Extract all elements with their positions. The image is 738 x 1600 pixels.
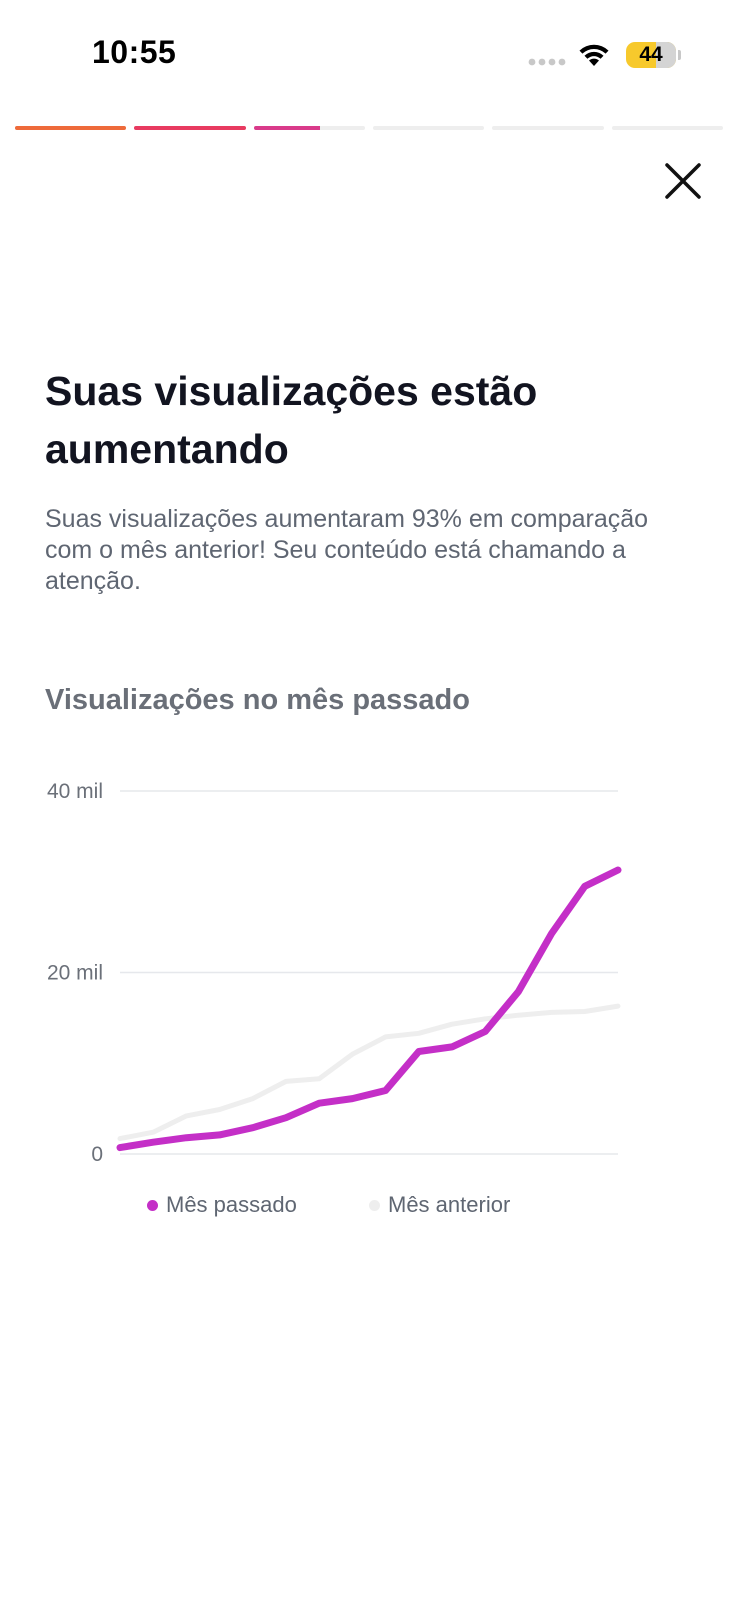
story-progress-segment <box>492 126 604 130</box>
series-line-previous-month <box>117 1003 621 1142</box>
story-progress-segment <box>134 126 246 130</box>
story-progress-fill <box>134 126 246 130</box>
story-progress-segment <box>373 126 485 130</box>
series-line-last-month <box>116 866 622 1152</box>
y-tick-label: 0 <box>91 1143 103 1166</box>
story-progress-fill <box>253 126 321 130</box>
story-progress-segment <box>15 126 127 130</box>
status-bar: 10:55 44 <box>0 0 738 110</box>
legend-label-previous-month: Mês anterior <box>388 1192 511 1217</box>
story-progress-segment <box>253 126 365 130</box>
legend-label-last-month: Mês passado <box>166 1192 297 1217</box>
legend-item-last-month: Mês passado <box>147 1190 297 1220</box>
story-progress-bar <box>15 126 723 130</box>
description-text: Suas visualizações aumentaram 93% em com… <box>45 505 649 595</box>
wifi-icon <box>579 44 609 66</box>
legend-item-previous-month: Mês anterior <box>369 1190 510 1220</box>
battery-tip <box>678 50 681 60</box>
status-time: 10:55 <box>92 34 177 70</box>
legend-dot-previous-month <box>369 1199 380 1211</box>
battery-level: 44 <box>639 43 663 66</box>
story-progress-fill <box>15 126 127 130</box>
close-icon[interactable] <box>662 160 704 202</box>
cellular-signal-icon <box>528 58 566 66</box>
chart-heading: Visualizações no mês passado <box>45 684 470 716</box>
views-line-chart: 0 20 mil 40 mil <box>47 780 622 1166</box>
y-tick-label: 20 mil <box>47 962 103 985</box>
story-progress-segment <box>611 126 723 130</box>
legend-dot-last-month <box>147 1199 158 1211</box>
y-tick-label: 40 mil <box>47 780 103 803</box>
page-title: Suas visualizações estão aumentando <box>45 368 538 472</box>
